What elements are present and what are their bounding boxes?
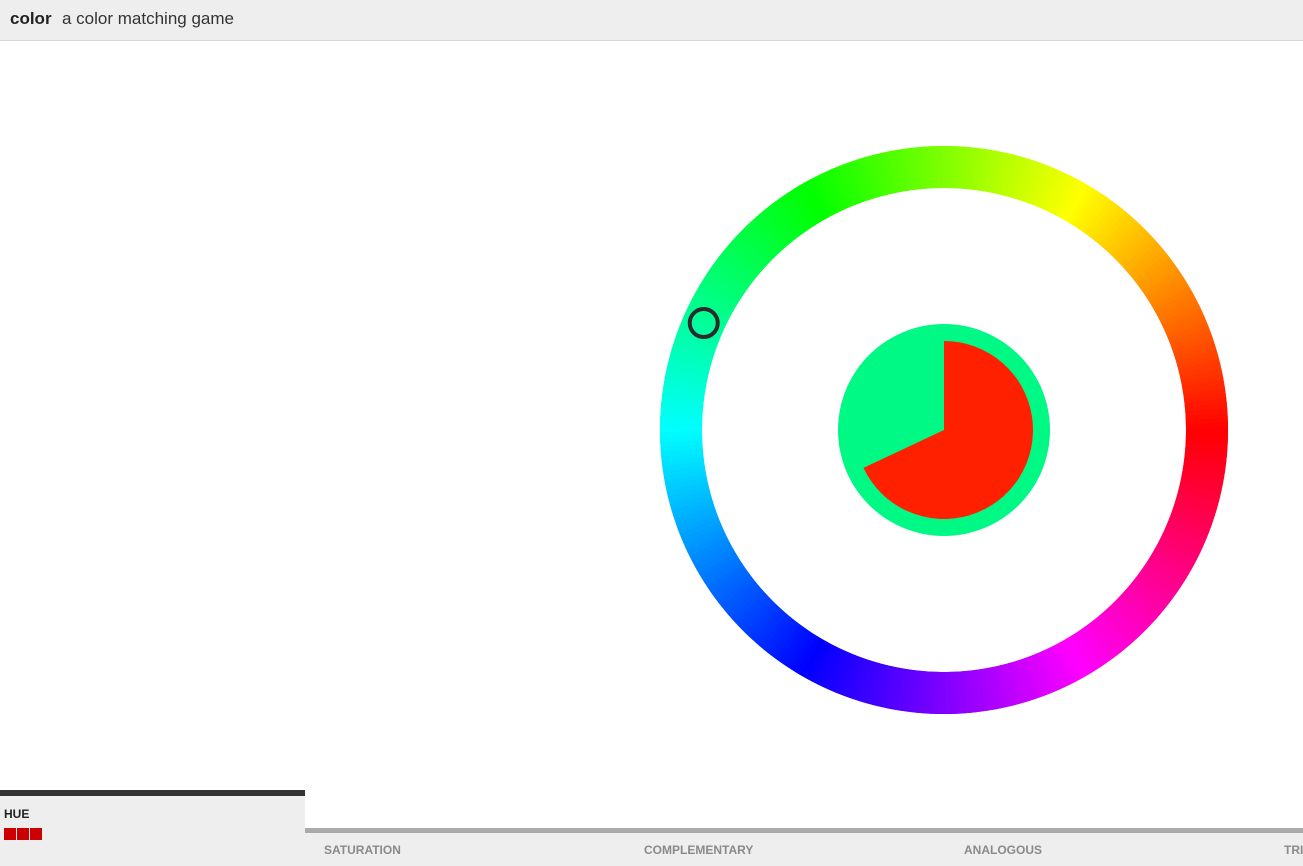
progress-square [30,828,42,840]
progress-square [17,828,29,840]
tab-hue-label: HUE [4,807,30,821]
tab-analogous[interactable]: ANALOGOUS [964,843,1042,857]
tab-hue[interactable]: HUE [0,790,305,866]
active-tab-indicator [0,790,305,796]
tab-complementary[interactable]: COMPLEMENTARY [644,843,753,857]
tab-saturation[interactable]: SATURATION [324,843,401,857]
round-progress [4,828,42,840]
tab-strip [305,833,1303,866]
progress-square [4,828,16,840]
tab-tri[interactable]: TRI [1284,843,1303,857]
hue-wheel-area [660,146,1229,714]
